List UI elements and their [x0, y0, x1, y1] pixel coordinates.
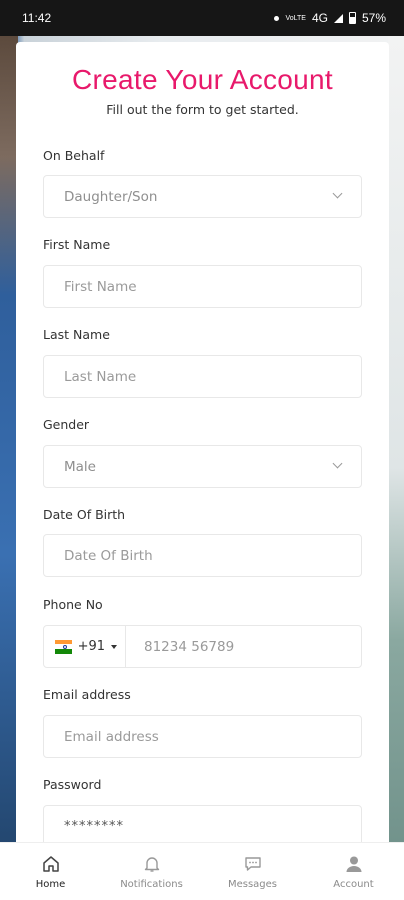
signup-card: Create Your Account Fill out the form to… [16, 42, 389, 842]
page-subtitle: Fill out the form to get started. [106, 102, 299, 117]
dob-field[interactable]: Date Of Birth [43, 534, 362, 577]
last-name-field[interactable]: Last Name [43, 355, 362, 398]
page-title: Create Your Account [72, 64, 333, 95]
phone-label: Phone No [43, 597, 103, 612]
password-field[interactable]: ******** [43, 805, 362, 842]
volte-indicator: VoLTE [285, 14, 306, 22]
bottom-nav: Home Notifications Messages Account [0, 842, 404, 900]
nav-account-label: Account [333, 878, 374, 890]
first-name-label: First Name [43, 237, 111, 252]
caret-down-icon [111, 644, 117, 649]
nav-notifications[interactable]: Notifications [101, 843, 202, 900]
nav-home-label: Home [35, 878, 66, 890]
battery-percent: 57% [361, 11, 386, 25]
password-label: Password [43, 777, 102, 792]
gender-value: Male [64, 458, 96, 475]
last-name-label: Last Name [43, 327, 110, 342]
network-type: 4G [311, 11, 328, 25]
user-icon [343, 854, 365, 874]
phone-field: +91 81234 56789 [43, 625, 362, 668]
nav-messages[interactable]: Messages [202, 843, 303, 900]
first-name-placeholder: First Name [64, 278, 137, 295]
nav-messages-label: Messages [227, 878, 278, 890]
chevron-down-icon [332, 188, 343, 199]
last-name-placeholder: Last Name [64, 368, 137, 385]
phone-input[interactable]: 81234 56789 [126, 639, 234, 655]
email-placeholder: Email address [64, 728, 159, 745]
nav-home[interactable]: Home [0, 843, 101, 900]
email-label: Email address [43, 687, 131, 702]
nav-account[interactable]: Account [303, 843, 404, 900]
chevron-down-icon [332, 458, 343, 469]
battery-icon [348, 12, 356, 24]
home-icon [40, 854, 62, 874]
dob-placeholder: Date Of Birth [64, 547, 153, 564]
first-name-field[interactable]: First Name [43, 265, 362, 308]
country-code-picker[interactable]: +91 [44, 626, 126, 667]
country-code: +91 [77, 639, 105, 654]
nav-notifications-label: Notifications [120, 878, 183, 890]
gender-label: Gender [43, 417, 90, 432]
password-value: ******** [64, 819, 124, 834]
on-behalf-value: Daughter/Son [64, 188, 158, 205]
on-behalf-label: On Behalf [43, 148, 105, 163]
email-field[interactable]: Email address [43, 715, 362, 758]
background-photo-right-edge [388, 36, 404, 900]
status-bar: 11:42 VoLTE 4G 57% [0, 0, 404, 36]
india-flag-icon [55, 639, 72, 654]
notification-dot-icon [274, 15, 280, 21]
signal-icon [333, 13, 343, 23]
message-icon [242, 854, 264, 874]
status-time: 11:42 [22, 11, 52, 25]
on-behalf-select[interactable]: Daughter/Son [43, 175, 362, 218]
bell-icon [141, 854, 163, 874]
status-icons: VoLTE 4G 57% [274, 11, 386, 25]
dob-label: Date Of Birth [43, 507, 126, 522]
gender-select[interactable]: Male [43, 445, 362, 488]
